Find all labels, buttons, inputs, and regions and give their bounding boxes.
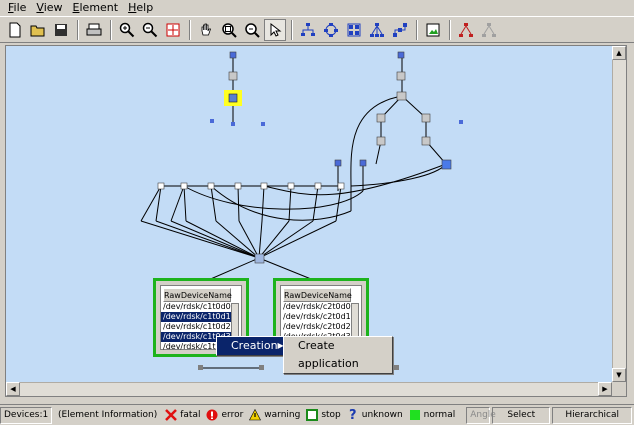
grid-layout-icon[interactable] — [343, 19, 365, 41]
stop-square-icon — [306, 409, 319, 421]
device-list-header[interactable]: RawDeviceName — [283, 288, 352, 302]
fatal-x-icon — [165, 409, 178, 421]
legend-error: error — [206, 409, 243, 421]
toolbar-separator — [291, 19, 293, 40]
submenu: Create application — [283, 336, 393, 374]
device-row-selected[interactable]: /dev/rdsk/c1t0d1 — [161, 312, 231, 322]
legend-warning: warning — [249, 409, 300, 421]
pan-hand-icon[interactable] — [195, 19, 217, 41]
error-circle-icon — [206, 409, 218, 421]
warning-triangle-icon — [249, 409, 262, 421]
status-bar: Devices:1 (Element Information) fatal er… — [0, 404, 634, 425]
element-info: (Element Information) — [58, 410, 158, 420]
menu-help[interactable]: Help — [123, 0, 158, 16]
mode-indicator: Select — [492, 406, 551, 424]
device-count: Devices:1 — [0, 406, 52, 424]
vertical-scrollbar[interactable]: ▲ ▼ — [612, 46, 626, 382]
menu-file[interactable]: File — [3, 0, 31, 16]
device-row[interactable]: /dev/rdsk/c1t0d0 — [161, 302, 231, 312]
scroll-down-icon[interactable]: ▼ — [612, 368, 626, 382]
menu-item-creation[interactable]: Creation ▶ — [217, 337, 284, 355]
scroll-up-icon[interactable]: ▲ — [612, 46, 626, 60]
zoom-in-icon[interactable] — [116, 19, 138, 41]
device-row[interactable]: /dev/rdsk/c1t0d2 — [161, 322, 231, 332]
tree-layout-icon[interactable] — [297, 19, 319, 41]
legend: fatal error warning stop ? unknown normal — [162, 407, 464, 424]
toolbar-separator — [189, 19, 191, 40]
fit-icon[interactable] — [162, 19, 184, 41]
legend-normal: normal — [409, 409, 455, 421]
scroll-left-icon[interactable]: ◀ — [6, 382, 20, 396]
device-row[interactable]: /dev/rdsk/c2t0d0 — [281, 302, 351, 312]
save-icon[interactable] — [50, 19, 72, 41]
print-icon[interactable] — [83, 19, 105, 41]
angle-indicator: Angle — [466, 406, 496, 424]
device-row[interactable]: /dev/rdsk/c2t0d2 — [281, 322, 351, 332]
creation-label: Creation — [231, 339, 278, 352]
scroll-right-icon[interactable]: ▶ — [598, 382, 612, 396]
legend-fatal: fatal — [165, 409, 200, 421]
zoom-out-icon[interactable] — [139, 19, 161, 41]
open-icon[interactable] — [27, 19, 49, 41]
select-arrow-icon[interactable] — [264, 18, 286, 41]
zoom-region-icon[interactable] — [218, 19, 240, 41]
hierarchy-layout-icon[interactable] — [366, 19, 388, 41]
device-row[interactable]: /dev/rdsk/c2t0d1 — [281, 312, 351, 322]
toolbar-separator — [416, 19, 418, 40]
legend-unknown: ? unknown — [347, 407, 403, 423]
menu-element[interactable]: Element — [68, 0, 124, 16]
scroll-corner — [612, 382, 626, 396]
device-list-header[interactable]: RawDeviceName — [163, 288, 232, 302]
zoom-box-icon[interactable] — [241, 19, 263, 41]
expand-icon[interactable] — [455, 19, 477, 41]
menu-item-create-application[interactable]: Create application — [284, 337, 392, 373]
orthogonal-layout-icon[interactable] — [389, 19, 411, 41]
circular-layout-icon[interactable] — [320, 19, 342, 41]
topology-canvas[interactable]: RawDeviceName /dev/rdsk/c1t0d0 /dev/rdsk… — [5, 45, 627, 397]
menu-view[interactable]: View — [31, 0, 67, 16]
toolbar-separator — [110, 19, 112, 40]
legend-stop: stop — [306, 409, 341, 421]
unknown-question-icon: ? — [348, 407, 357, 423]
toolbar-separator — [77, 19, 79, 40]
normal-square-icon — [409, 409, 421, 421]
collapse-icon[interactable] — [478, 19, 500, 41]
new-icon[interactable] — [4, 19, 26, 41]
menu-bar: File View Element Help — [0, 0, 634, 16]
horizontal-scrollbar[interactable]: ◀ ▶ — [6, 382, 612, 396]
image-icon[interactable] — [422, 19, 444, 41]
context-menu: Creation ▶ — [216, 336, 284, 356]
toolbar-separator — [449, 19, 451, 40]
toolbar — [0, 16, 634, 43]
layout-indicator: Hierarchical — [552, 406, 632, 424]
